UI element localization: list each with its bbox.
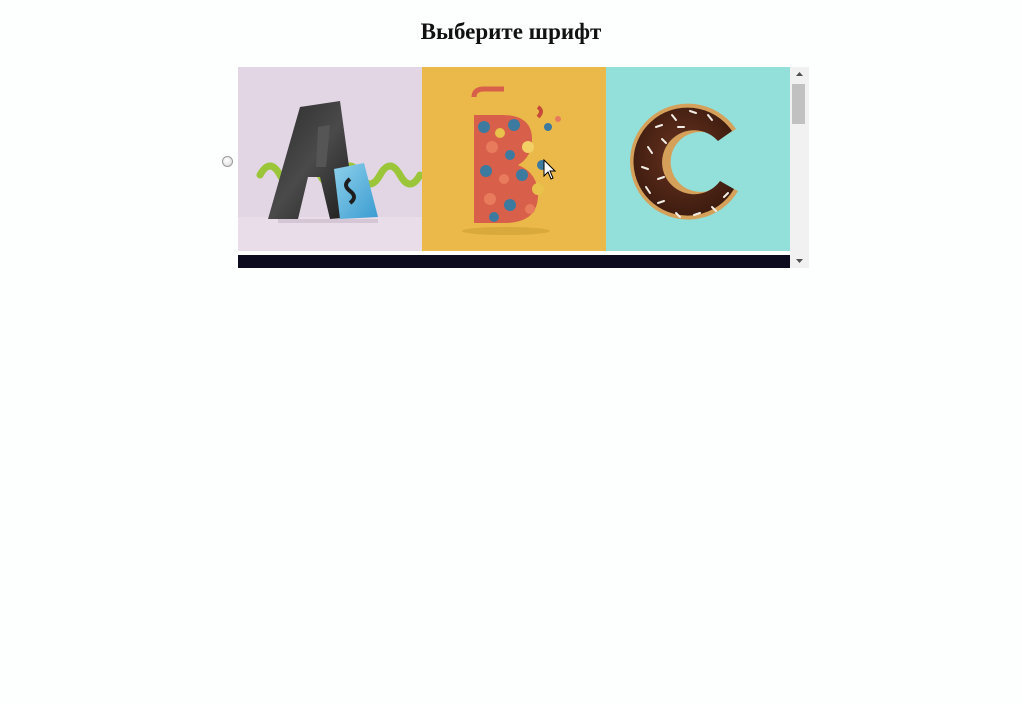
font-preview-scroll-area[interactable] [238,67,809,268]
scrollbar-thumb[interactable] [792,84,805,124]
letter-a-tile[interactable] [238,67,424,251]
font-preview-image[interactable] [238,67,790,251]
page-title: Выберите шрифт [420,19,602,44]
font-option-radio[interactable] [222,156,233,167]
next-font-preview [238,255,790,268]
letter-b-tile[interactable] [422,67,606,251]
vertical-scrollbar[interactable] [790,67,809,268]
letter-c-tile[interactable] [606,67,790,251]
scroll-down-icon[interactable] [790,254,809,268]
scroll-up-icon[interactable] [790,67,809,81]
